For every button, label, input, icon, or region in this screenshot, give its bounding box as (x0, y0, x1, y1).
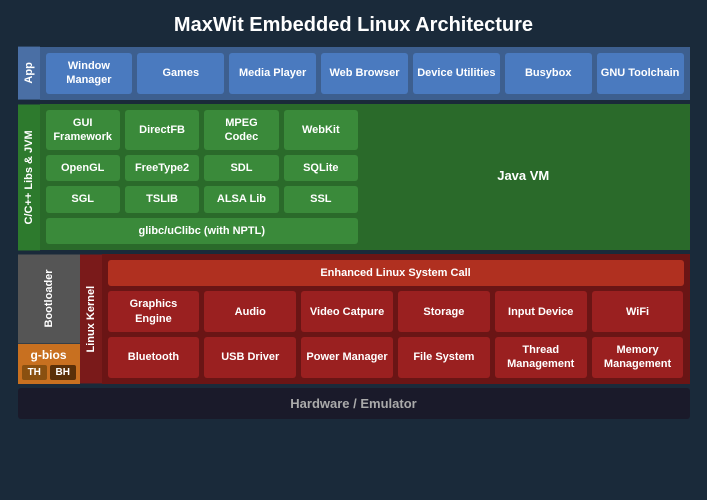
main-title: MaxWit Embedded Linux Architecture (0, 0, 707, 47)
hardware-row: Hardware / Emulator (18, 388, 690, 419)
th-cell: TH (22, 365, 48, 380)
kernel-label: Linux Kernel (80, 254, 102, 383)
libs-row4: glibc/uClibc (with NPTL) (46, 218, 359, 244)
storage-cell: Storage (398, 291, 490, 332)
bootloader-section: Bootloader g-bios TH BH (18, 254, 80, 383)
opengl-cell: OpenGL (46, 155, 120, 181)
gnu-toolchain-cell: GNU Toolchain (597, 53, 684, 94)
wifi-cell: WiFi (592, 291, 684, 332)
input-device-cell: Input Device (495, 291, 587, 332)
enhanced-row: Enhanced Linux System Call (108, 260, 684, 286)
libs-left: GUI Framework DirectFB MPEG Codec WebKit… (46, 110, 359, 244)
mpeg-codec-cell: MPEG Codec (204, 110, 278, 151)
freetype2-cell: FreeType2 (125, 155, 199, 181)
kernel-row2: Bluetooth USB Driver Power Manager File … (108, 337, 684, 378)
ssl-cell: SSL (284, 186, 358, 212)
webkit-cell: WebKit (284, 110, 358, 151)
app-section: Window Manager Games Media Player Web Br… (40, 47, 690, 100)
directfb-cell: DirectFB (125, 110, 199, 151)
web-browser-cell: Web Browser (321, 53, 408, 94)
bluetooth-cell: Bluetooth (108, 337, 200, 378)
libs-row2: OpenGL FreeType2 SDL SQLite (46, 155, 359, 181)
thread-mgmt-cell: Thread Management (495, 337, 587, 378)
libs-row1: GUI Framework DirectFB MPEG Codec WebKit (46, 110, 359, 151)
sqlite-cell: SQLite (284, 155, 358, 181)
libs-section: GUI Framework DirectFB MPEG Codec WebKit… (40, 104, 690, 250)
kernel-row: Linux Kernel Enhanced Linux System Call … (80, 254, 690, 383)
tslib-cell: TSLIB (125, 186, 199, 212)
app-row: App Window Manager Games Media Player We… (18, 47, 690, 100)
sgl-cell: SGL (46, 186, 120, 212)
gui-framework-cell: GUI Framework (46, 110, 120, 151)
device-utilities-cell: Device Utilities (413, 53, 500, 94)
alsa-lib-cell: ALSA Lib (204, 186, 278, 212)
file-system-cell: File System (398, 337, 490, 378)
libs-row: C/C++ Libs & JVM GUI Framework DirectFB … (18, 104, 690, 250)
enhanced-syscall-cell: Enhanced Linux System Call (108, 260, 684, 286)
libs-row3: SGL TSLIB ALSA Lib SSL (46, 186, 359, 212)
glibc-cell: glibc/uClibc (with NPTL) (46, 218, 359, 244)
app-label: App (18, 47, 40, 100)
audio-cell: Audio (204, 291, 296, 332)
java-vm-cell: Java VM (363, 110, 684, 244)
video-capture-cell: Video Catpure (301, 291, 393, 332)
bootloader-label: Bootloader (18, 254, 80, 343)
architecture-diagram: App Window Manager Games Media Player We… (18, 47, 690, 419)
gbios-title: g-bios (22, 348, 76, 362)
graphics-engine-cell: Graphics Engine (108, 291, 200, 332)
gbios-block: g-bios TH BH (18, 344, 80, 384)
libs-label: C/C++ Libs & JVM (18, 104, 40, 250)
window-manager-cell: Window Manager (46, 53, 133, 94)
kernel-outer: Bootloader g-bios TH BH Linux Kernel Enh… (18, 254, 690, 383)
sdl-cell: SDL (204, 155, 278, 181)
memory-mgmt-cell: Memory Management (592, 337, 684, 378)
usb-driver-cell: USB Driver (204, 337, 296, 378)
kernel-row1: Graphics Engine Audio Video Catpure Stor… (108, 291, 684, 332)
power-manager-cell: Power Manager (301, 337, 393, 378)
games-cell: Games (137, 53, 224, 94)
bh-cell: BH (50, 365, 76, 380)
kernel-section: Enhanced Linux System Call Graphics Engi… (102, 254, 690, 383)
gbios-row: TH BH (22, 365, 76, 380)
app-cell-row: Window Manager Games Media Player Web Br… (46, 53, 684, 94)
busybox-cell: Busybox (505, 53, 592, 94)
media-player-cell: Media Player (229, 53, 316, 94)
